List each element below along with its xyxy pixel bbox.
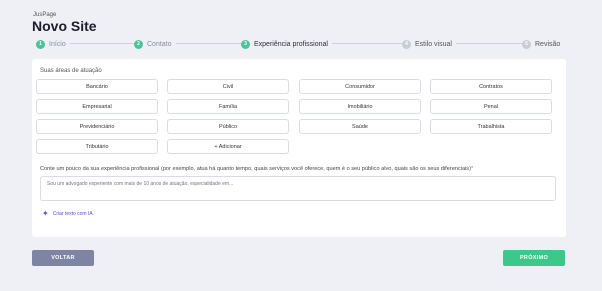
area-button[interactable]: Penal [430,99,552,114]
step-number-3: 3 [241,39,250,49]
step-number-4: 4 [402,39,411,49]
area-button[interactable]: Contratos [430,79,552,94]
step-revisao[interactable]: 5 Revisão [522,38,565,50]
step-contato[interactable]: 2 Contato [134,38,176,50]
add-area-button[interactable]: + Adicionar [167,139,289,154]
area-button[interactable]: Tributário [36,139,158,154]
form-card: Suas áreas de atuação Bancário Civil Con… [32,59,566,237]
step-inicio[interactable]: 1 Início [36,38,70,50]
step-label-contato: Contato [147,40,172,48]
area-button[interactable]: Empresarial [36,99,158,114]
step-estilo[interactable]: 4 Estilo visual [402,38,456,50]
back-button[interactable]: VOLTAR [32,250,94,266]
sparkle-icon: ✦ [42,209,49,218]
experience-label-text: Conte um pouco da sua experiência profis… [40,166,471,172]
step-label-experiencia: Experiência profissional [254,40,328,48]
experience-label: Conte um pouco da sua experiência profis… [40,166,473,172]
area-button[interactable]: Família [167,99,289,114]
required-mark: * [470,166,474,172]
step-label-revisao: Revisão [535,40,561,48]
next-button[interactable]: PRÓXIMO [503,250,565,266]
ai-link-label: Criar texto com IA [52,210,93,217]
area-button[interactable]: Público [167,119,289,134]
step-number-1: 1 [36,39,45,49]
step-experiencia[interactable]: 3 Experiência profissional [241,38,332,50]
areas-label: Suas áreas de atuação [40,68,102,74]
area-button[interactable]: Consumidor [299,79,421,94]
step-number-2: 2 [134,39,143,49]
create-text-ai-link[interactable]: ✦ Criar texto com IA [42,209,93,218]
progress-stepper: 1 Início 2 Contato 3 Experiência profiss… [36,38,566,50]
step-number-5: 5 [522,39,531,49]
experience-textarea[interactable] [40,176,556,201]
area-button[interactable]: Trabalhista [430,119,552,134]
area-button[interactable]: Imobiliário [299,99,421,114]
area-button[interactable]: Saúde [299,119,421,134]
step-label-inicio: Início [49,40,66,48]
area-button[interactable]: Bancário [36,79,158,94]
area-button[interactable]: Previdenciário [36,119,158,134]
step-label-estilo: Estilo visual [415,40,452,48]
page-title: Novo Site [32,18,97,34]
area-button[interactable]: Civil [167,79,289,94]
